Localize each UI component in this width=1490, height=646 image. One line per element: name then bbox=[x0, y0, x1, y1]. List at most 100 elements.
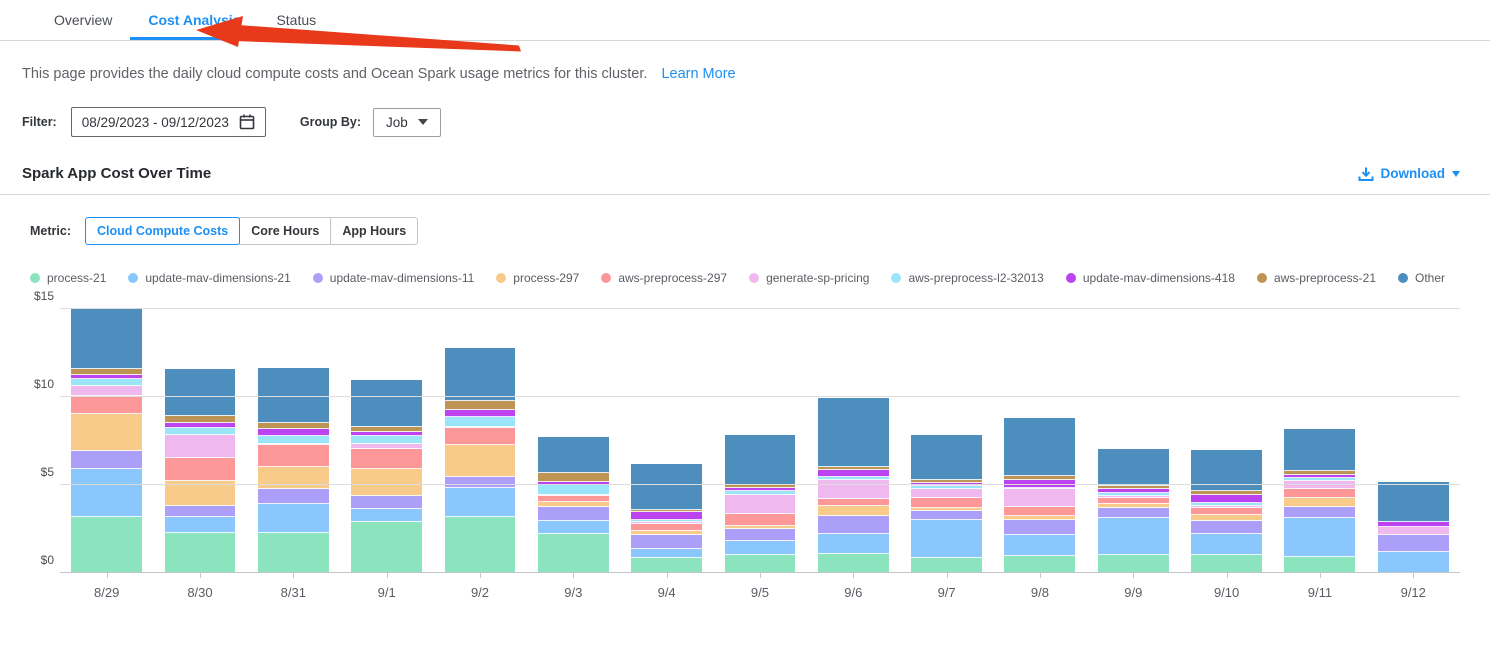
bar-segment-aws-preprocess-21[interactable] bbox=[165, 416, 236, 423]
bar-segment-update-mav-dimensions-11[interactable] bbox=[725, 529, 796, 541]
legend-item-aws-preprocess-l2-32013[interactable]: aws-preprocess-l2-32013 bbox=[891, 271, 1043, 285]
bar-segment-other[interactable] bbox=[1098, 449, 1169, 486]
stacked-bar-9/9[interactable] bbox=[1098, 309, 1169, 573]
bar-segment-generate-sp-pricing[interactable] bbox=[1284, 481, 1355, 490]
bar-segment-update-mav-dimensions-418[interactable] bbox=[445, 410, 516, 417]
bar-segment-process-297[interactable] bbox=[351, 469, 422, 495]
bar-segment-update-mav-dimensions-11[interactable] bbox=[1191, 521, 1262, 534]
bar-segment-aws-preprocess-297[interactable] bbox=[911, 498, 982, 508]
bar-segment-update-mav-dimensions-11[interactable] bbox=[258, 489, 329, 504]
bar-segment-generate-sp-pricing[interactable] bbox=[1004, 489, 1075, 507]
bar-segment-other[interactable] bbox=[818, 398, 889, 467]
bar-segment-process-21[interactable] bbox=[445, 517, 516, 573]
metric-button-core-hours[interactable]: Core Hours bbox=[239, 217, 331, 245]
learn-more-link[interactable]: Learn More bbox=[661, 66, 735, 82]
bar-segment-generate-sp-pricing[interactable] bbox=[165, 435, 236, 458]
bar-segment-update-mav-dimensions-21[interactable] bbox=[1191, 534, 1262, 554]
legend-item-update-mav-dimensions-11[interactable]: update-mav-dimensions-11 bbox=[313, 271, 475, 285]
stacked-bar-8/31[interactable] bbox=[258, 309, 329, 573]
bar-segment-update-mav-dimensions-11[interactable] bbox=[1004, 520, 1075, 535]
bar-segment-update-mav-dimensions-11[interactable] bbox=[818, 516, 889, 534]
stacked-bar-9/3[interactable] bbox=[538, 309, 609, 573]
bar-segment-aws-preprocess-297[interactable] bbox=[71, 396, 142, 414]
bar-segment-aws-preprocess-297[interactable] bbox=[1004, 507, 1075, 516]
bar-segment-process-297[interactable] bbox=[258, 467, 329, 489]
bar-segment-aws-preprocess-297[interactable] bbox=[818, 499, 889, 506]
bar-segment-other[interactable] bbox=[911, 435, 982, 480]
stacked-bar-9/11[interactable] bbox=[1284, 309, 1355, 573]
bar-segment-update-mav-dimensions-418[interactable] bbox=[258, 429, 329, 436]
bar-segment-other[interactable] bbox=[538, 437, 609, 473]
legend-item-aws-preprocess-297[interactable]: aws-preprocess-297 bbox=[601, 271, 727, 285]
bar-segment-process-297[interactable] bbox=[1284, 498, 1355, 507]
legend-item-generate-sp-pricing[interactable]: generate-sp-pricing bbox=[749, 271, 869, 285]
bar-segment-other[interactable] bbox=[71, 309, 142, 369]
stacked-bar-8/30[interactable] bbox=[165, 309, 236, 573]
bar-segment-generate-sp-pricing[interactable] bbox=[818, 480, 889, 499]
bar-segment-aws-preprocess-297[interactable] bbox=[725, 514, 796, 526]
bar-segment-update-mav-dimensions-11[interactable] bbox=[71, 451, 142, 468]
bar-segment-aws-preprocess-297[interactable] bbox=[1191, 508, 1262, 515]
bar-segment-other[interactable] bbox=[725, 435, 796, 485]
bar-segment-process-21[interactable] bbox=[1191, 555, 1262, 573]
bar-segment-aws-preprocess-l2-32013[interactable] bbox=[538, 485, 609, 495]
stacked-bar-9/7[interactable] bbox=[911, 309, 982, 573]
bar-segment-generate-sp-pricing[interactable] bbox=[1378, 527, 1449, 535]
bar-segment-aws-preprocess-l2-32013[interactable] bbox=[165, 428, 236, 435]
bar-segment-update-mav-dimensions-11[interactable] bbox=[1284, 507, 1355, 518]
bar-segment-aws-preprocess-297[interactable] bbox=[445, 428, 516, 445]
bar-segment-update-mav-dimensions-11[interactable] bbox=[165, 506, 236, 517]
bar-segment-update-mav-dimensions-21[interactable] bbox=[1004, 535, 1075, 556]
bar-segment-update-mav-dimensions-11[interactable] bbox=[351, 496, 422, 509]
bar-segment-update-mav-dimensions-11[interactable] bbox=[911, 511, 982, 520]
stacked-bar-9/12[interactable] bbox=[1378, 309, 1449, 573]
bar-segment-aws-preprocess-l2-32013[interactable] bbox=[258, 436, 329, 444]
bar-segment-generate-sp-pricing[interactable] bbox=[725, 495, 796, 514]
bar-segment-update-mav-dimensions-21[interactable] bbox=[631, 549, 702, 558]
bar-segment-other[interactable] bbox=[1191, 450, 1262, 491]
bar-segment-update-mav-dimensions-21[interactable] bbox=[71, 469, 142, 518]
tab-cost-analysis[interactable]: Cost Analysis bbox=[130, 2, 258, 40]
metric-button-cloud-compute-costs[interactable]: Cloud Compute Costs bbox=[85, 217, 240, 245]
bar-segment-process-21[interactable] bbox=[818, 554, 889, 573]
bar-segment-aws-preprocess-l2-32013[interactable] bbox=[351, 436, 422, 444]
group-by-select[interactable]: Job bbox=[373, 108, 441, 137]
legend-item-update-mav-dimensions-21[interactable]: update-mav-dimensions-21 bbox=[128, 271, 290, 285]
bar-segment-update-mav-dimensions-418[interactable] bbox=[631, 512, 702, 520]
bar-segment-aws-preprocess-297[interactable] bbox=[1284, 489, 1355, 498]
bar-segment-update-mav-dimensions-418[interactable] bbox=[818, 470, 889, 477]
stacked-bar-9/4[interactable] bbox=[631, 309, 702, 573]
stacked-bar-9/5[interactable] bbox=[725, 309, 796, 573]
bar-segment-update-mav-dimensions-21[interactable] bbox=[351, 509, 422, 522]
bar-segment-update-mav-dimensions-21[interactable] bbox=[258, 504, 329, 532]
bar-segment-process-21[interactable] bbox=[631, 558, 702, 573]
bar-segment-update-mav-dimensions-418[interactable] bbox=[1191, 495, 1262, 503]
stacked-bar-9/1[interactable] bbox=[351, 309, 422, 573]
bar-segment-update-mav-dimensions-11[interactable] bbox=[1378, 535, 1449, 552]
bar-segment-other[interactable] bbox=[445, 348, 516, 401]
bar-segment-update-mav-dimensions-21[interactable] bbox=[725, 541, 796, 554]
stacked-bar-9/8[interactable] bbox=[1004, 309, 1075, 573]
bar-segment-update-mav-dimensions-11[interactable] bbox=[1098, 508, 1169, 518]
bar-segment-update-mav-dimensions-21[interactable] bbox=[165, 517, 236, 533]
metric-button-app-hours[interactable]: App Hours bbox=[330, 217, 418, 245]
bar-segment-update-mav-dimensions-21[interactable] bbox=[1284, 518, 1355, 558]
bar-segment-process-21[interactable] bbox=[1098, 555, 1169, 573]
legend-item-update-mav-dimensions-418[interactable]: update-mav-dimensions-418 bbox=[1066, 271, 1235, 285]
bar-segment-aws-preprocess-297[interactable] bbox=[165, 458, 236, 481]
legend-item-process-297[interactable]: process-297 bbox=[496, 271, 579, 285]
bar-segment-process-21[interactable] bbox=[1004, 556, 1075, 573]
bar-segment-update-mav-dimensions-21[interactable] bbox=[818, 534, 889, 553]
bar-segment-process-21[interactable] bbox=[71, 517, 142, 573]
bar-segment-process-21[interactable] bbox=[911, 558, 982, 573]
legend-item-other[interactable]: Other bbox=[1398, 271, 1445, 285]
bar-segment-other[interactable] bbox=[351, 380, 422, 427]
stacked-bar-9/6[interactable] bbox=[818, 309, 889, 573]
legend-item-process-21[interactable]: process-21 bbox=[30, 271, 106, 285]
bar-segment-generate-sp-pricing[interactable] bbox=[71, 386, 142, 396]
bar-segment-process-21[interactable] bbox=[165, 533, 236, 573]
stacked-bar-8/29[interactable] bbox=[71, 309, 142, 573]
bar-segment-process-297[interactable] bbox=[71, 414, 142, 451]
bar-segment-process-21[interactable] bbox=[538, 534, 609, 573]
bar-segment-aws-preprocess-297[interactable] bbox=[631, 524, 702, 531]
